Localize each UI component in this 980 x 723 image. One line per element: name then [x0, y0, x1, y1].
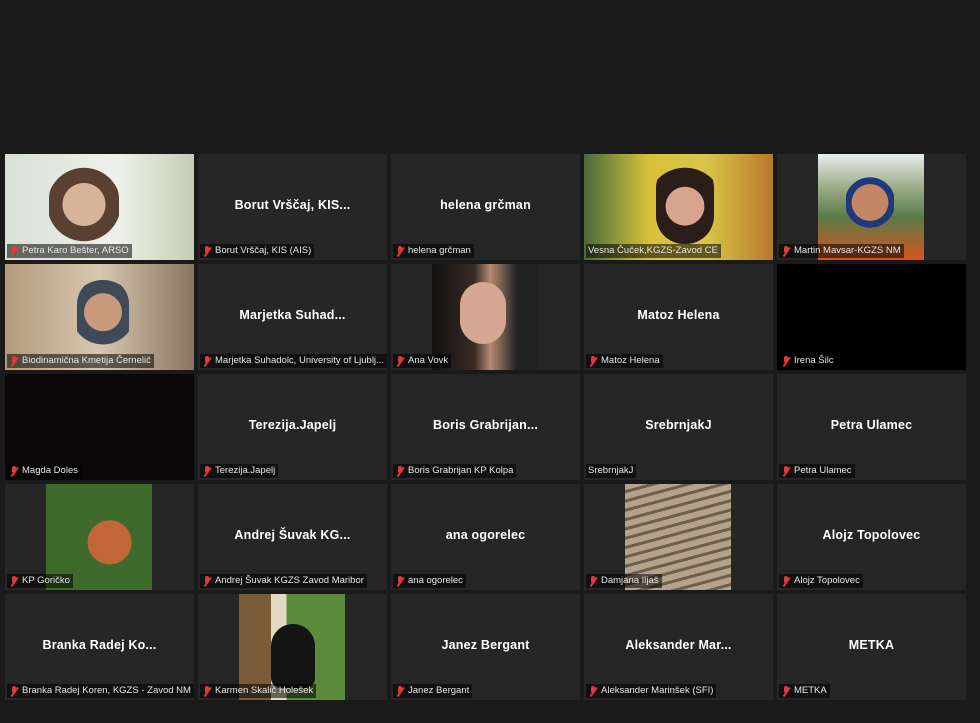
- participant-name-label: Branka Radej Koren, KGZS - Zavod NM: [7, 684, 194, 698]
- participant-name-label: Janez Bergant: [393, 684, 473, 698]
- muted-microphone-icon: [9, 685, 19, 697]
- participant-tile[interactable]: Marjetka Suhad... Marjetka Suhadolc, Uni…: [198, 264, 387, 370]
- participant-tile[interactable]: Ana Vovk: [391, 264, 580, 370]
- participant-name-label: Damjana Iljaš: [586, 574, 662, 588]
- participant-tile[interactable]: Karmen Skalič Holešek: [198, 594, 387, 700]
- participant-tile[interactable]: Borut Vrščaj, KIS... Borut Vrščaj, KIS (…: [198, 154, 387, 260]
- participant-tile[interactable]: Branka Radej Ko... Branka Radej Koren, K…: [5, 594, 194, 700]
- muted-microphone-icon: [9, 245, 19, 257]
- gallery-grid: Petra Karo Bešter, ARSO Borut Vrščaj, KI…: [5, 154, 966, 700]
- participant-name-label: KP Goričko: [7, 574, 73, 588]
- participant-display-name: SrebrnjakJ: [645, 418, 712, 432]
- muted-microphone-icon: [395, 355, 405, 367]
- muted-microphone-icon: [9, 355, 19, 367]
- participant-tile[interactable]: Magda Doles: [5, 374, 194, 480]
- participant-tile[interactable]: Damjana Iljaš: [584, 484, 773, 590]
- participant-tile[interactable]: Janez Bergant Janez Bergant: [391, 594, 580, 700]
- participant-name-label: Petra Karo Bešter, ARSO: [7, 244, 132, 258]
- participant-tile[interactable]: Irena Šilc: [777, 264, 966, 370]
- participant-tile[interactable]: KP Goričko: [5, 484, 194, 590]
- muted-microphone-icon: [588, 575, 598, 587]
- active-speaker-tile[interactable]: Vesna Čuček,KGZS-Zavod CE: [584, 154, 773, 260]
- muted-microphone-icon: [588, 685, 598, 697]
- muted-microphone-icon: [202, 685, 212, 697]
- participant-name-label: Aleksander Marinšek (SFI): [586, 684, 717, 698]
- muted-microphone-icon: [395, 575, 405, 587]
- participant-display-name: METKA: [848, 638, 895, 652]
- participant-display-name: Marjetka Suhad...: [239, 308, 346, 322]
- participant-name-label: Irena Šilc: [779, 354, 837, 368]
- participant-tile[interactable]: Boris Grabrijan... Boris Grabrijan KP Ko…: [391, 374, 580, 480]
- muted-microphone-icon: [202, 245, 212, 257]
- muted-microphone-icon: [588, 355, 598, 367]
- participant-name-label: METKA: [779, 684, 830, 698]
- participant-tile[interactable]: Petra Ulamec Petra Ulamec: [777, 374, 966, 480]
- participant-display-name: Terezija.Japelj: [248, 418, 337, 432]
- participant-display-name: Janez Bergant: [441, 638, 530, 652]
- participant-display-name: Andrej Šuvak KG...: [234, 528, 351, 542]
- muted-microphone-icon: [781, 245, 791, 257]
- participant-tile[interactable]: SrebrnjakJ SrebrnjakJ: [584, 374, 773, 480]
- participant-tile[interactable]: Andrej Šuvak KG... Andrej Šuvak KGZS Zav…: [198, 484, 387, 590]
- muted-microphone-icon: [395, 245, 405, 257]
- participant-name-label: Andrej Šuvak KGZS Zavod Maribor: [200, 574, 367, 588]
- muted-microphone-icon: [202, 575, 212, 587]
- participant-name-label: Magda Doles: [7, 464, 81, 478]
- participant-name-label: helena grčman: [393, 244, 474, 258]
- participant-name-label: ana ogorelec: [393, 574, 466, 588]
- participant-tile[interactable]: Biodinamična Kmetija Černelič: [5, 264, 194, 370]
- participant-name-label: Ana Vovk: [393, 354, 452, 368]
- muted-microphone-icon: [781, 355, 791, 367]
- participant-name-label: Boris Grabrijan KP Kolpa: [393, 464, 517, 478]
- participant-tile[interactable]: Terezija.Japelj Terezija.Japelj: [198, 374, 387, 480]
- muted-microphone-icon: [9, 465, 19, 477]
- participant-name-label: Vesna Čuček,KGZS-Zavod CE: [586, 244, 721, 258]
- participant-tile[interactable]: METKA METKA: [777, 594, 966, 700]
- participant-tile[interactable]: Matoz Helena Matoz Helena: [584, 264, 773, 370]
- participant-tile[interactable]: ana ogorelec ana ogorelec: [391, 484, 580, 590]
- muted-microphone-icon: [202, 465, 212, 477]
- muted-microphone-icon: [395, 685, 405, 697]
- participant-display-name: ana ogorelec: [445, 528, 526, 542]
- participant-tile[interactable]: Martin Mavsar-KGZS NM: [777, 154, 966, 260]
- participant-display-name: Borut Vrščaj, KIS...: [234, 198, 351, 212]
- participant-display-name: Alojz Topolovec: [822, 528, 921, 542]
- muted-microphone-icon: [781, 685, 791, 697]
- participant-name-label: Alojz Topolovec: [779, 574, 863, 588]
- muted-microphone-icon: [781, 465, 791, 477]
- participant-name-label: Petra Ulamec: [779, 464, 855, 478]
- participant-display-name: Petra Ulamec: [830, 418, 913, 432]
- participant-name-label: Biodinamična Kmetija Černelič: [7, 354, 154, 368]
- participant-tile[interactable]: Alojz Topolovec Alojz Topolovec: [777, 484, 966, 590]
- participant-name-label: Matoz Helena: [586, 354, 663, 368]
- participant-tile[interactable]: helena grčman helena grčman: [391, 154, 580, 260]
- participant-name-label: SrebrnjakJ: [586, 464, 637, 478]
- participant-display-name: Branka Radej Ko...: [42, 638, 157, 652]
- participant-display-name: Boris Grabrijan...: [432, 418, 539, 432]
- muted-microphone-icon: [9, 575, 19, 587]
- participant-name-label: Borut Vrščaj, KIS (AIS): [200, 244, 315, 258]
- participant-tile[interactable]: Petra Karo Bešter, ARSO: [5, 154, 194, 260]
- participant-tile[interactable]: Aleksander Mar... Aleksander Marinšek (S…: [584, 594, 773, 700]
- participant-display-name: Aleksander Mar...: [625, 638, 732, 652]
- muted-microphone-icon: [202, 355, 212, 367]
- muted-microphone-icon: [781, 575, 791, 587]
- participant-display-name: helena grčman: [440, 198, 531, 212]
- participant-name-label: Martin Mavsar-KGZS NM: [779, 244, 904, 258]
- participant-name-label: Karmen Skalič Holešek: [200, 684, 317, 698]
- participant-name-label: Marjetka Suhadolc, University of Ljublj.…: [200, 354, 387, 368]
- participant-name-label: Terezija.Japelj: [200, 464, 279, 478]
- muted-microphone-icon: [395, 465, 405, 477]
- participant-display-name: Matoz Helena: [637, 308, 720, 322]
